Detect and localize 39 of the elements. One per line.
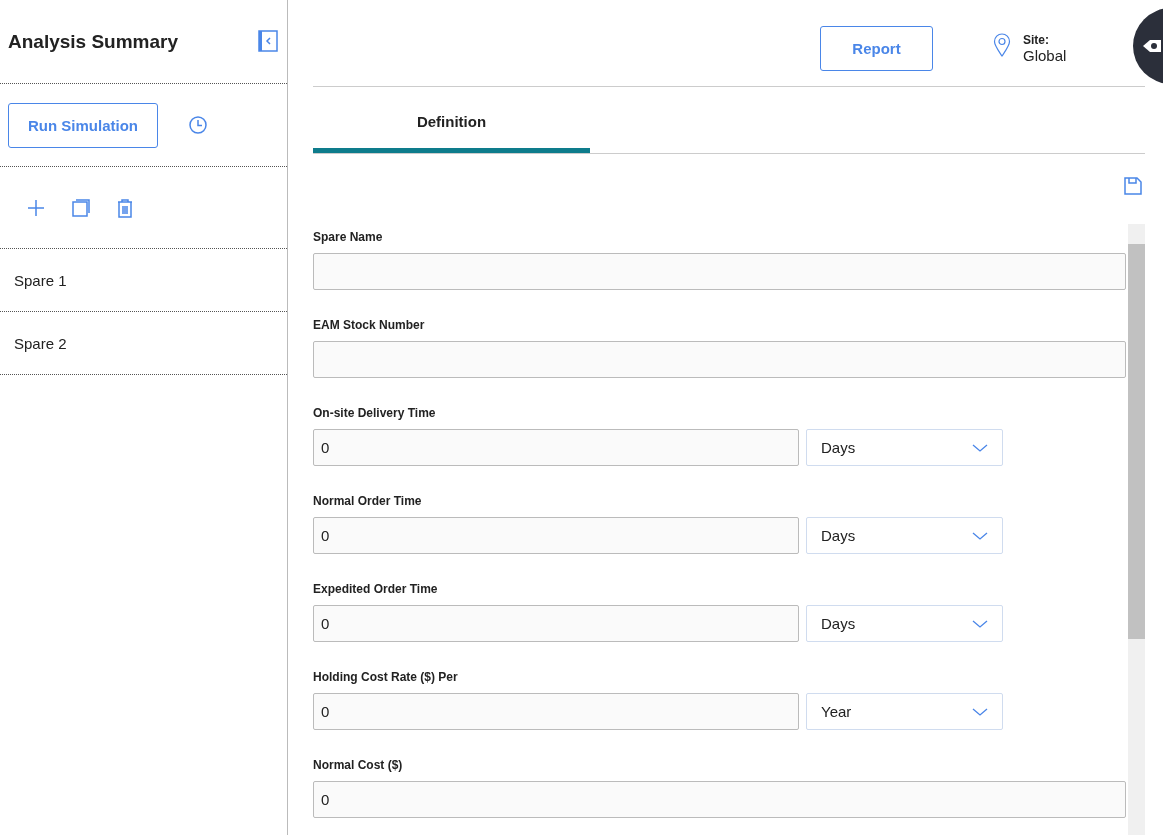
- input-field[interactable]: 0: [313, 517, 799, 554]
- unit-dropdown[interactable]: Days: [806, 517, 1003, 554]
- sidebar-title: Analysis Summary: [8, 30, 179, 53]
- scrollbar[interactable]: [1128, 224, 1145, 835]
- trash-icon[interactable]: [116, 197, 134, 218]
- input-field[interactable]: 0: [313, 781, 1126, 818]
- chevron-down-icon: [972, 618, 988, 629]
- collapse-button[interactable]: [257, 29, 279, 54]
- field-label: Spare Name: [313, 230, 384, 244]
- unit-dropdown[interactable]: Year: [806, 693, 1003, 730]
- copy-icon[interactable]: [71, 197, 91, 218]
- field-label: Holding Cost Rate ($) Per: [313, 670, 459, 684]
- sidebar-item[interactable]: Spare 1: [0, 249, 287, 312]
- save-icon[interactable]: [1123, 176, 1143, 196]
- clock-icon[interactable]: [188, 115, 208, 135]
- field-label: EAM Stock Number: [313, 318, 426, 332]
- sidebar-item[interactable]: Spare 2: [0, 312, 287, 375]
- location-pin-icon: [993, 33, 1011, 57]
- input-field[interactable]: 0: [313, 429, 799, 466]
- field-label: Normal Cost ($): [313, 758, 404, 772]
- run-simulation-button[interactable]: Run Simulation: [8, 102, 158, 148]
- report-button[interactable]: Report: [820, 26, 933, 71]
- site-value: Global: [1023, 47, 1067, 64]
- chevron-down-icon: [972, 706, 988, 717]
- unit-dropdown[interactable]: Days: [806, 605, 1003, 642]
- field-label: Expedited Order Time: [313, 582, 439, 596]
- chevron-down-icon: [972, 530, 988, 541]
- input-field[interactable]: [313, 253, 1126, 290]
- input-field[interactable]: 0: [313, 693, 799, 730]
- site-label: Site:: [1023, 33, 1050, 47]
- add-icon[interactable]: [26, 197, 46, 218]
- input-field[interactable]: [313, 341, 1126, 378]
- field-label: Normal Order Time: [313, 494, 423, 508]
- field-label: On-site Delivery Time: [313, 406, 437, 420]
- input-field[interactable]: 0: [313, 605, 799, 642]
- tag-icon: [1141, 38, 1163, 54]
- chevron-down-icon: [972, 442, 988, 453]
- unit-dropdown[interactable]: Days: [806, 429, 1003, 466]
- tab[interactable]: Definition: [313, 87, 590, 153]
